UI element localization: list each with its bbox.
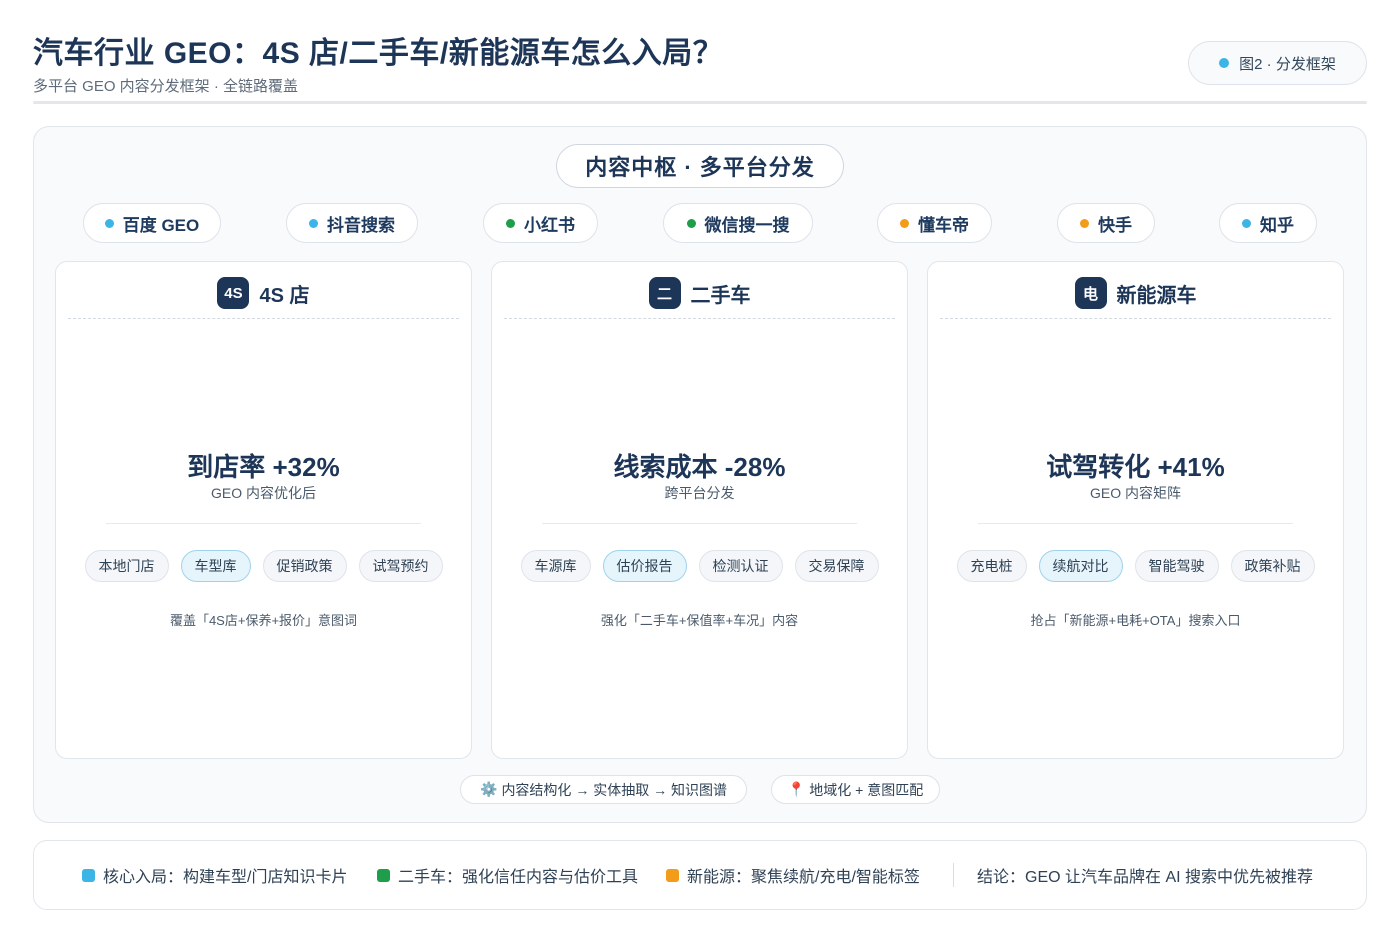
4s-badge-icon: 4S [217, 277, 250, 309]
legend-label: 核心入局：构建车型/门店知识卡片 [103, 869, 348, 886]
card-new-energy: 电 新能源车 试驾转化 +41% GEO 内容矩阵 充电桩 续航对比 智能驾驶 … [927, 261, 1344, 759]
platform-zhihu: 知乎 [1219, 203, 1317, 243]
tag: 车源库 [520, 550, 591, 582]
card-tags: 车源库 估价报告 检测认证 交易保障 [492, 550, 907, 582]
page-title: 汽车行业 GEO：4S 店/二手车/新能源车怎么入局？ [33, 37, 724, 70]
legend-item-new-energy: 新能源：聚焦续航/充电/智能标签 [666, 841, 920, 909]
card-metric-sub: GEO 内容优化后 [210, 485, 316, 501]
platform-label: 微信搜一搜 [704, 215, 790, 235]
platform-label: 抖音搜索 [327, 215, 395, 235]
tech-pill-structuring: ⚙️ 内容结构化 → 实体抽取 → 知识图谱 [460, 775, 747, 804]
tag: 交易保障 [794, 550, 879, 582]
card-note: 强化「二手车+保值率+车况」内容 [600, 613, 799, 628]
badge-dot [1219, 58, 1230, 68]
card-divider [68, 318, 459, 319]
legend-swatch [666, 868, 679, 882]
platform-label: 小红书 [524, 215, 575, 235]
platform-douyin: 抖音搜索 [286, 203, 418, 243]
tag: 智能驾驶 [1134, 550, 1219, 582]
legend-label: 二手车：强化信任内容与估价工具 [398, 869, 639, 886]
platform-label: 懂车帝 [918, 215, 969, 235]
platform-dot [900, 218, 909, 228]
legend-item-core: 核心入局：构建车型/门店知识卡片 [82, 841, 347, 909]
tag: 本地门店 [84, 550, 169, 582]
card-note: 覆盖「4S店+保养+报价」意图词 [169, 613, 358, 628]
platform-wechat-search: 微信搜一搜 [663, 203, 813, 243]
legend-swatch [377, 868, 390, 882]
tag: 车型库 [180, 550, 251, 582]
platform-dot [1242, 218, 1251, 228]
card-4s-store: 4S 4S 店 到店率 +32% GEO 内容优化后 本地门店 车型库 促销政策… [55, 261, 472, 759]
legend-separator [953, 863, 954, 887]
card-metric: 到店率 +32% [187, 452, 340, 482]
card-title: 新能源车 [1116, 284, 1197, 307]
legend-label: 新能源：聚焦续航/充电/智能标签 [687, 869, 920, 886]
pin-icon: 📍 [787, 781, 806, 797]
legend-conclusion: 结论：GEO 让汽车品牌在 AI 搜索中优先被推荐 [977, 869, 1314, 886]
figure-badge: 图2 · 分发框架 [1188, 41, 1367, 85]
card-note: 抢占「新能源+电耗+OTA」搜索入口 [1030, 613, 1241, 628]
platform-xiaohongshu: 小红书 [483, 203, 598, 243]
electric-badge-icon: 电 [1074, 277, 1107, 309]
card-rule [542, 523, 857, 524]
tag: 试驾预约 [358, 550, 443, 582]
platform-label: 快手 [1098, 215, 1132, 235]
card-title: 二手车 [690, 284, 751, 307]
tag: 政策补贴 [1230, 550, 1315, 582]
figure-badge-label: 图2 · 分发框架 [1239, 55, 1336, 73]
legend-bar: 核心入局：构建车型/门店知识卡片 二手车：强化信任内容与估价工具 新能源：聚焦续… [33, 840, 1367, 910]
platform-kuaishou: 快手 [1057, 203, 1155, 243]
tag: 检测认证 [698, 550, 783, 582]
legend-item-used-car: 二手车：强化信任内容与估价工具 [377, 841, 638, 909]
platform-dot [506, 218, 515, 228]
card-divider [940, 318, 1331, 319]
card-header: 电 新能源车 [928, 276, 1343, 310]
card-metric: 试驾转化 +41% [1046, 452, 1225, 482]
platform-dot [104, 218, 114, 228]
card-tags: 本地门店 车型库 促销政策 试驾预约 [56, 550, 471, 582]
content-hub: 内容中枢 · 多平台分发 [556, 144, 844, 188]
used-car-badge-icon: 二 [648, 277, 681, 309]
platform-dongchedi: 懂车帝 [877, 203, 992, 243]
tech-pill-label: 地域化 + 意图匹配 [809, 781, 924, 798]
tag: 促销政策 [262, 550, 347, 582]
platform-label: 知乎 [1260, 215, 1294, 235]
card-rule [106, 523, 421, 524]
legend-swatch [82, 868, 95, 882]
platform-baidu: 百度 GEO [83, 203, 221, 243]
card-header: 4S 4S 店 [56, 276, 471, 310]
platform-dot [1080, 218, 1089, 228]
tech-pill-label: 内容结构化 → 实体抽取 → 知识图谱 [501, 781, 727, 798]
card-metric-sub: GEO 内容矩阵 [1089, 485, 1181, 501]
card-divider [504, 318, 895, 319]
card-metric: 线索成本 -28% [613, 452, 786, 482]
card-title: 4S 店 [259, 284, 310, 307]
tech-pill-localization: 📍 地域化 + 意图匹配 [771, 775, 940, 804]
platform-label: 百度 GEO [122, 215, 200, 235]
platform-dot [309, 218, 318, 228]
card-tags: 充电桩 续航对比 智能驾驶 政策补贴 [928, 550, 1343, 582]
card-rule [978, 523, 1293, 524]
platform-dot [686, 218, 696, 228]
card-metric-sub: 跨平台分发 [664, 485, 735, 501]
header-divider [33, 101, 1367, 104]
tag: 续航对比 [1038, 550, 1123, 582]
page-subtitle: 多平台 GEO 内容分发框架 · 全链路覆盖 [33, 78, 299, 95]
gear-icon: ⚙️ [480, 781, 498, 797]
card-used-car: 二 二手车 线索成本 -28% 跨平台分发 车源库 估价报告 检测认证 交易保障… [491, 261, 908, 759]
tag: 估价报告 [602, 550, 687, 582]
card-header: 二 二手车 [492, 276, 907, 310]
tag: 充电桩 [956, 550, 1027, 582]
